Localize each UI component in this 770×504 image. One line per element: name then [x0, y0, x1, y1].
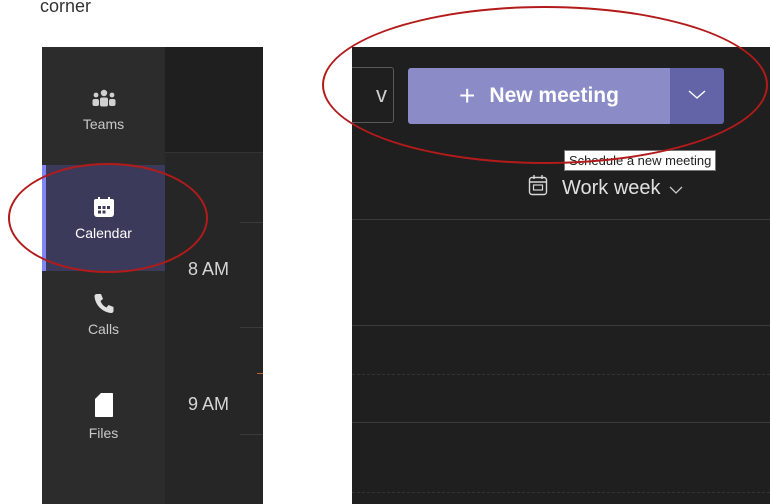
rail-item-label: Teams: [82, 116, 125, 132]
new-meeting-label: New meeting: [489, 84, 619, 107]
new-meeting-button[interactable]: + New meeting: [408, 68, 670, 124]
new-meeting-tooltip: Schedule a new meeting: [564, 150, 717, 171]
hour-divider: [240, 434, 263, 435]
rail-item-calls[interactable]: Calls: [42, 292, 165, 352]
today-button[interactable]: v: [352, 67, 394, 123]
file-icon: [94, 392, 114, 421]
time-label-8am: 8 AM: [188, 259, 230, 279]
calendar-main-panel: v + New meeting Work week: [352, 47, 770, 504]
hour-divider: [240, 327, 263, 328]
rail-item-label: Files: [88, 425, 119, 441]
time-column-header: [165, 47, 263, 153]
calendar-view-icon: [528, 174, 548, 202]
rail-item-label: Calendar: [75, 224, 132, 241]
view-switcher[interactable]: Work week: [528, 174, 683, 202]
phone-icon: [93, 292, 115, 317]
chevron-down-icon: [688, 87, 706, 105]
teams-icon: [92, 89, 116, 112]
time-label-9am: 9 AM: [188, 394, 230, 414]
time-column: 8 AM 9 AM: [165, 47, 263, 504]
hour-divider: [240, 222, 263, 223]
grid-half-hour-line: [352, 374, 770, 375]
rail-item-calendar[interactable]: Calendar: [42, 165, 165, 271]
rail-item-teams[interactable]: Teams: [42, 89, 165, 149]
grid-hour-line: [352, 422, 770, 423]
calendar-icon: [93, 196, 115, 221]
new-meeting-options-button[interactable]: [670, 68, 724, 124]
chevron-down-icon: [669, 177, 683, 200]
teams-app-rail-panel: Teams Calendar Calls Files 8 AM 9 AM: [42, 47, 263, 504]
today-button-label: v: [376, 82, 387, 107]
grid-half-hour-line: [352, 492, 770, 493]
rail-item-label: Calls: [87, 321, 120, 337]
calendar-toolbar: v + New meeting: [352, 47, 770, 152]
app-bar: Teams Calendar Calls Files: [42, 47, 165, 504]
plus-icon: +: [459, 80, 476, 111]
corner-text: corner: [40, 0, 92, 16]
grid-hour-line: [352, 325, 770, 326]
current-time-indicator: [257, 373, 263, 374]
view-label: Work week: [562, 176, 661, 199]
rail-item-files[interactable]: Files: [42, 392, 165, 454]
